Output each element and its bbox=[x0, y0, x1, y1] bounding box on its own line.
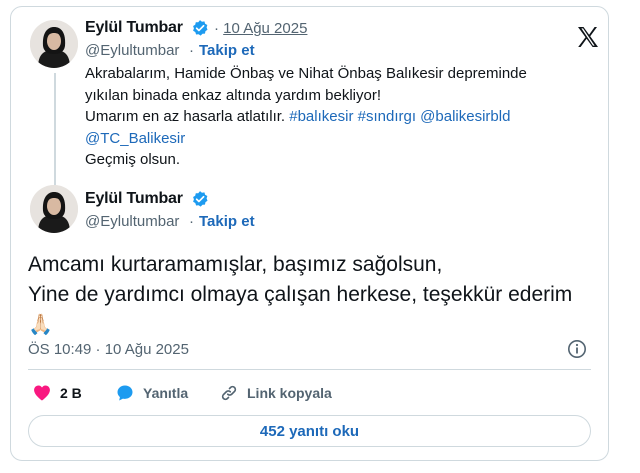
date-line: · 10 Ağu 2025 bbox=[214, 20, 307, 37]
read-replies-button[interactable]: 452 yanıtı oku bbox=[28, 415, 591, 447]
x-logo-icon[interactable] bbox=[576, 25, 600, 49]
read-replies-label: 452 yanıtı oku bbox=[259, 422, 360, 440]
copy-link-button[interactable]: Link kopyala bbox=[219, 383, 332, 403]
tweet-text-line-2: Yine de yardımcı olmaya çalışan herkese,… bbox=[28, 283, 573, 306]
tweet-text-line-1: Amcamı kurtaramamışlar, başımız sağolsun… bbox=[28, 253, 443, 276]
author-name[interactable]: Eylül Tumbar bbox=[85, 190, 183, 208]
tweet-embed-card: Eylül Tumbar · 10 Ağu 2025 @Eylultumbar … bbox=[10, 6, 609, 461]
author-name[interactable]: Eylül Tumbar bbox=[85, 19, 183, 37]
tweet-text: Amcamı kurtaramamışlar, başımız sağolsun… bbox=[28, 250, 598, 340]
like-button[interactable]: 2 B bbox=[32, 383, 82, 403]
quoted-text-line-5: Geçmiş olsun. bbox=[85, 151, 181, 168]
mention-link[interactable]: @TC_Balikesir bbox=[85, 128, 585, 150]
quoted-text-line-1: Akrabalarım, Hamide Önbaş ve Nihat Önbaş… bbox=[85, 65, 527, 82]
handle-separator: · bbox=[189, 213, 194, 230]
avatar[interactable] bbox=[30, 20, 78, 68]
tweet-date-link[interactable]: 10 Ağu 2025 bbox=[223, 20, 307, 37]
mention-link[interactable]: @balikesirbld bbox=[420, 108, 510, 125]
hashtag-link[interactable]: #balıkesir bbox=[289, 108, 353, 125]
link-icon bbox=[219, 383, 239, 403]
quoted-text-line-3: Umarım en az hasarla atlatılır. #balıkes… bbox=[85, 106, 585, 128]
verified-badge-icon bbox=[191, 19, 209, 37]
author-handle[interactable]: @Eylultumbar bbox=[85, 42, 179, 59]
hashtag-link[interactable]: #sındırgı bbox=[358, 108, 416, 125]
quoted-tweet-text: Akrabalarım, Hamide Önbaş ve Nihat Önbaş… bbox=[85, 63, 585, 171]
like-count: 2 B bbox=[60, 385, 82, 401]
avatar[interactable] bbox=[30, 185, 78, 233]
praying-hands-emoji: 🙏🏻 bbox=[28, 314, 53, 336]
author-handle[interactable]: @Eylultumbar bbox=[85, 213, 179, 230]
date-separator: · bbox=[214, 20, 219, 37]
heart-icon bbox=[32, 383, 52, 403]
tweet-timestamp[interactable]: ÖS 10:49 · 10 Ağu 2025 bbox=[28, 341, 189, 358]
info-icon[interactable] bbox=[567, 339, 587, 359]
reply-button[interactable]: Yanıtla bbox=[115, 383, 188, 403]
copy-link-label: Link kopyala bbox=[247, 385, 332, 401]
divider bbox=[28, 369, 591, 370]
thread-connector-line bbox=[54, 73, 56, 185]
quoted-text-line-3-text: Umarım en az hasarla atlatılır. bbox=[85, 108, 286, 125]
follow-button[interactable]: Takip et bbox=[199, 42, 255, 59]
follow-button[interactable]: Takip et bbox=[199, 213, 255, 230]
quoted-text-line-2: yıkılan binada enkaz altında yardım bekl… bbox=[85, 86, 381, 104]
handle-separator: · bbox=[189, 42, 194, 59]
speech-bubble-icon bbox=[115, 383, 135, 403]
reply-label: Yanıtla bbox=[143, 385, 189, 401]
verified-badge-icon bbox=[191, 190, 209, 208]
